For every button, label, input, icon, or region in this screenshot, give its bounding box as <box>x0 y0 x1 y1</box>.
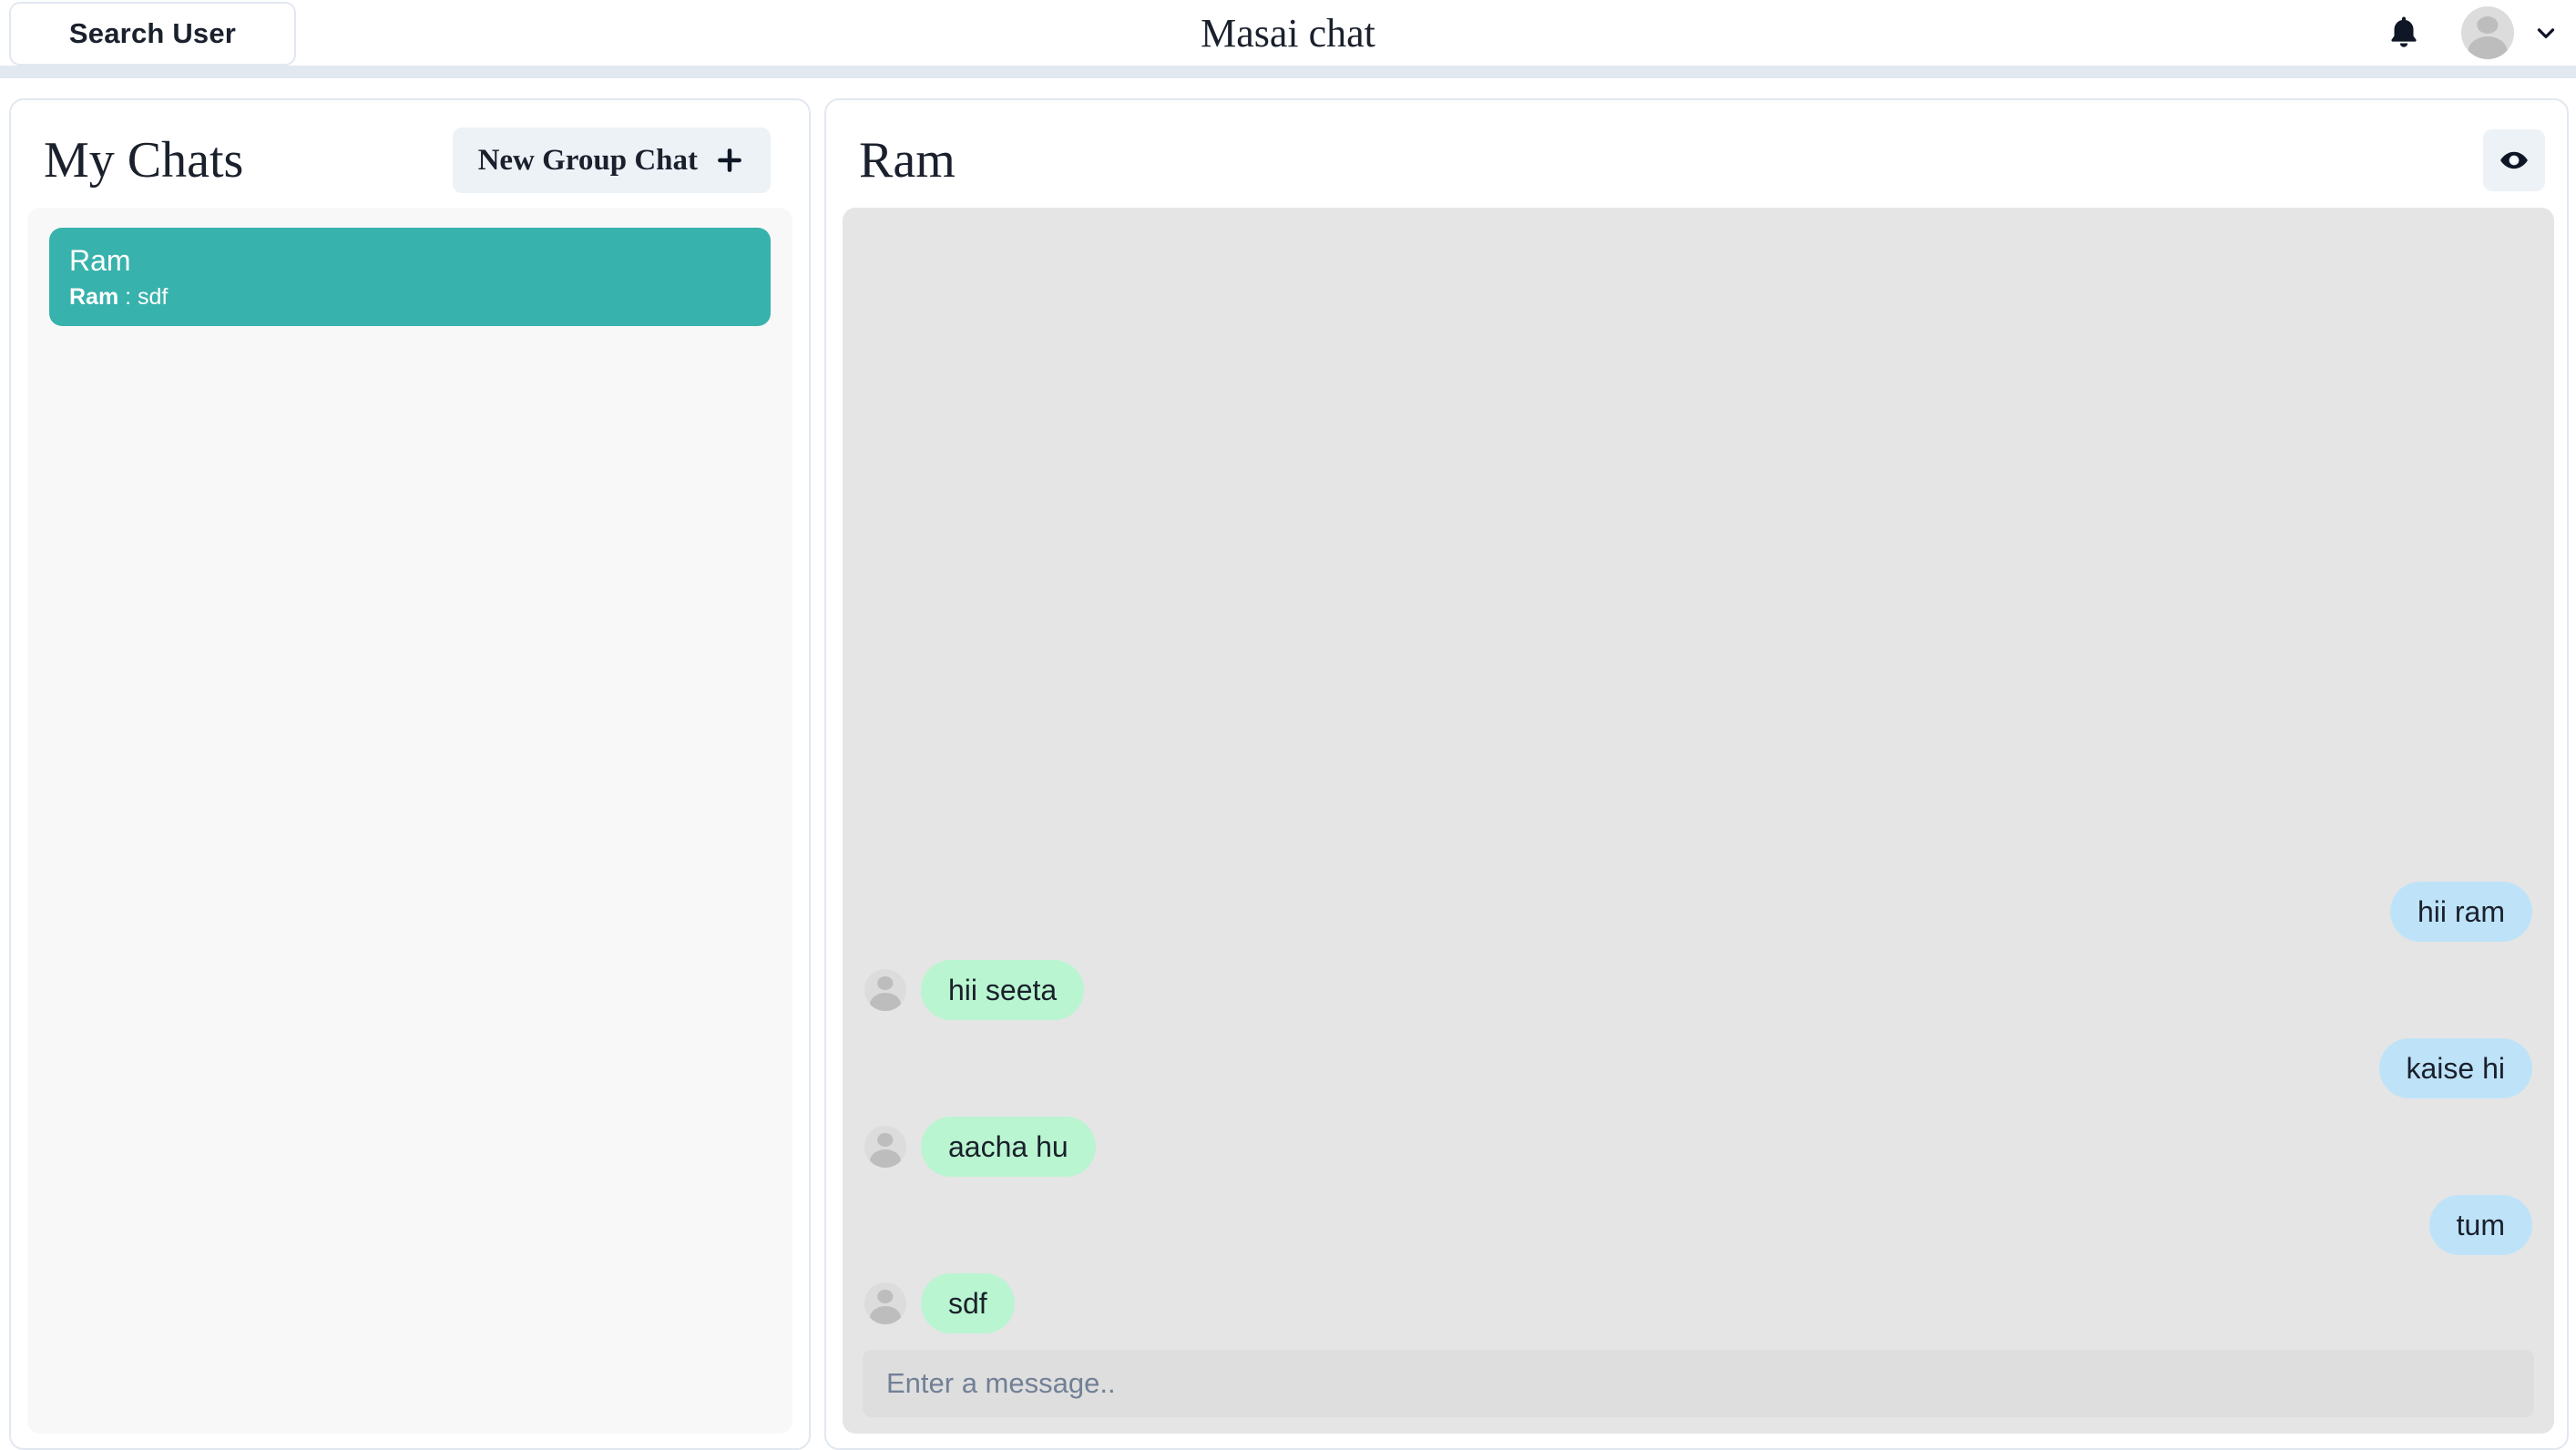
chat-list[interactable]: Ram Ram : sdf <box>27 208 792 1434</box>
message-bubble: hii seeta <box>921 960 1084 1020</box>
avatar-body <box>870 1306 901 1324</box>
chat-title: Ram <box>859 135 956 186</box>
app-title: Masai chat <box>0 0 2576 66</box>
user-menu[interactable] <box>2461 6 2560 59</box>
new-group-chat-button[interactable]: New Group Chat <box>453 128 771 193</box>
avatar[interactable] <box>2461 6 2514 59</box>
avatar-head <box>877 1290 893 1303</box>
sender-avatar[interactable] <box>864 1126 906 1168</box>
chat-item-preview: Ram : sdf <box>69 282 751 312</box>
messages-area[interactable]: hii ram hii seeta kaise hi <box>843 208 2554 1434</box>
avatar-body <box>2469 36 2508 59</box>
plus-icon <box>714 145 745 176</box>
avatar-body <box>870 993 901 1011</box>
message-bubble: kaise hi <box>2379 1038 2533 1098</box>
sender-avatar[interactable] <box>864 1282 906 1324</box>
avatar-head <box>2477 16 2498 34</box>
messages-list: hii ram hii seeta kaise hi <box>843 882 2554 1333</box>
message-row: hii ram <box>864 882 2532 942</box>
my-chats-title: My Chats <box>44 135 243 186</box>
message-bubble: sdf <box>921 1273 1015 1333</box>
my-chats-panel: My Chats New Group Chat Ram Ram : sdf <box>9 98 811 1450</box>
avatar-head <box>877 976 893 990</box>
chat-header: Ram <box>843 117 2550 204</box>
message-bubble: aacha hu <box>921 1117 1096 1177</box>
chat-item-preview-text: sdf <box>138 284 168 310</box>
avatar-head <box>877 1133 893 1147</box>
eye-icon <box>2499 145 2530 176</box>
header-divider-band <box>0 66 2576 78</box>
message-bubble: tum <box>2429 1195 2532 1255</box>
avatar-body <box>870 1149 901 1168</box>
search-user-label: Search User <box>69 17 236 50</box>
notification-bell-icon[interactable] <box>2385 14 2423 52</box>
new-group-chat-label: New Group Chat <box>478 144 698 178</box>
message-row: aacha hu <box>864 1117 2532 1177</box>
sender-avatar[interactable] <box>864 969 906 1011</box>
top-header-bar: Search User Masai chat <box>0 0 2576 66</box>
chat-item-name: Ram <box>69 242 751 279</box>
message-row: sdf <box>864 1273 2532 1333</box>
header-actions <box>2385 0 2560 66</box>
message-row: kaise hi <box>864 1038 2532 1098</box>
message-bubble: hii ram <box>2390 882 2532 942</box>
message-input[interactable] <box>863 1350 2534 1417</box>
message-row: hii seeta <box>864 960 2532 1020</box>
search-user-button[interactable]: Search User <box>9 2 296 66</box>
chat-list-item-ram[interactable]: Ram Ram : sdf <box>49 228 771 326</box>
chat-item-preview-separator: : <box>118 284 138 310</box>
message-row: tum <box>864 1195 2532 1255</box>
chat-panel: Ram hii ram hii seeta <box>824 98 2569 1450</box>
view-profile-button[interactable] <box>2483 129 2545 191</box>
chevron-down-icon[interactable] <box>2532 19 2560 46</box>
chat-item-preview-sender: Ram <box>69 284 118 310</box>
my-chats-header: My Chats New Group Chat <box>27 117 792 204</box>
main-content: My Chats New Group Chat Ram Ram : sdf Ra… <box>0 78 2576 1450</box>
